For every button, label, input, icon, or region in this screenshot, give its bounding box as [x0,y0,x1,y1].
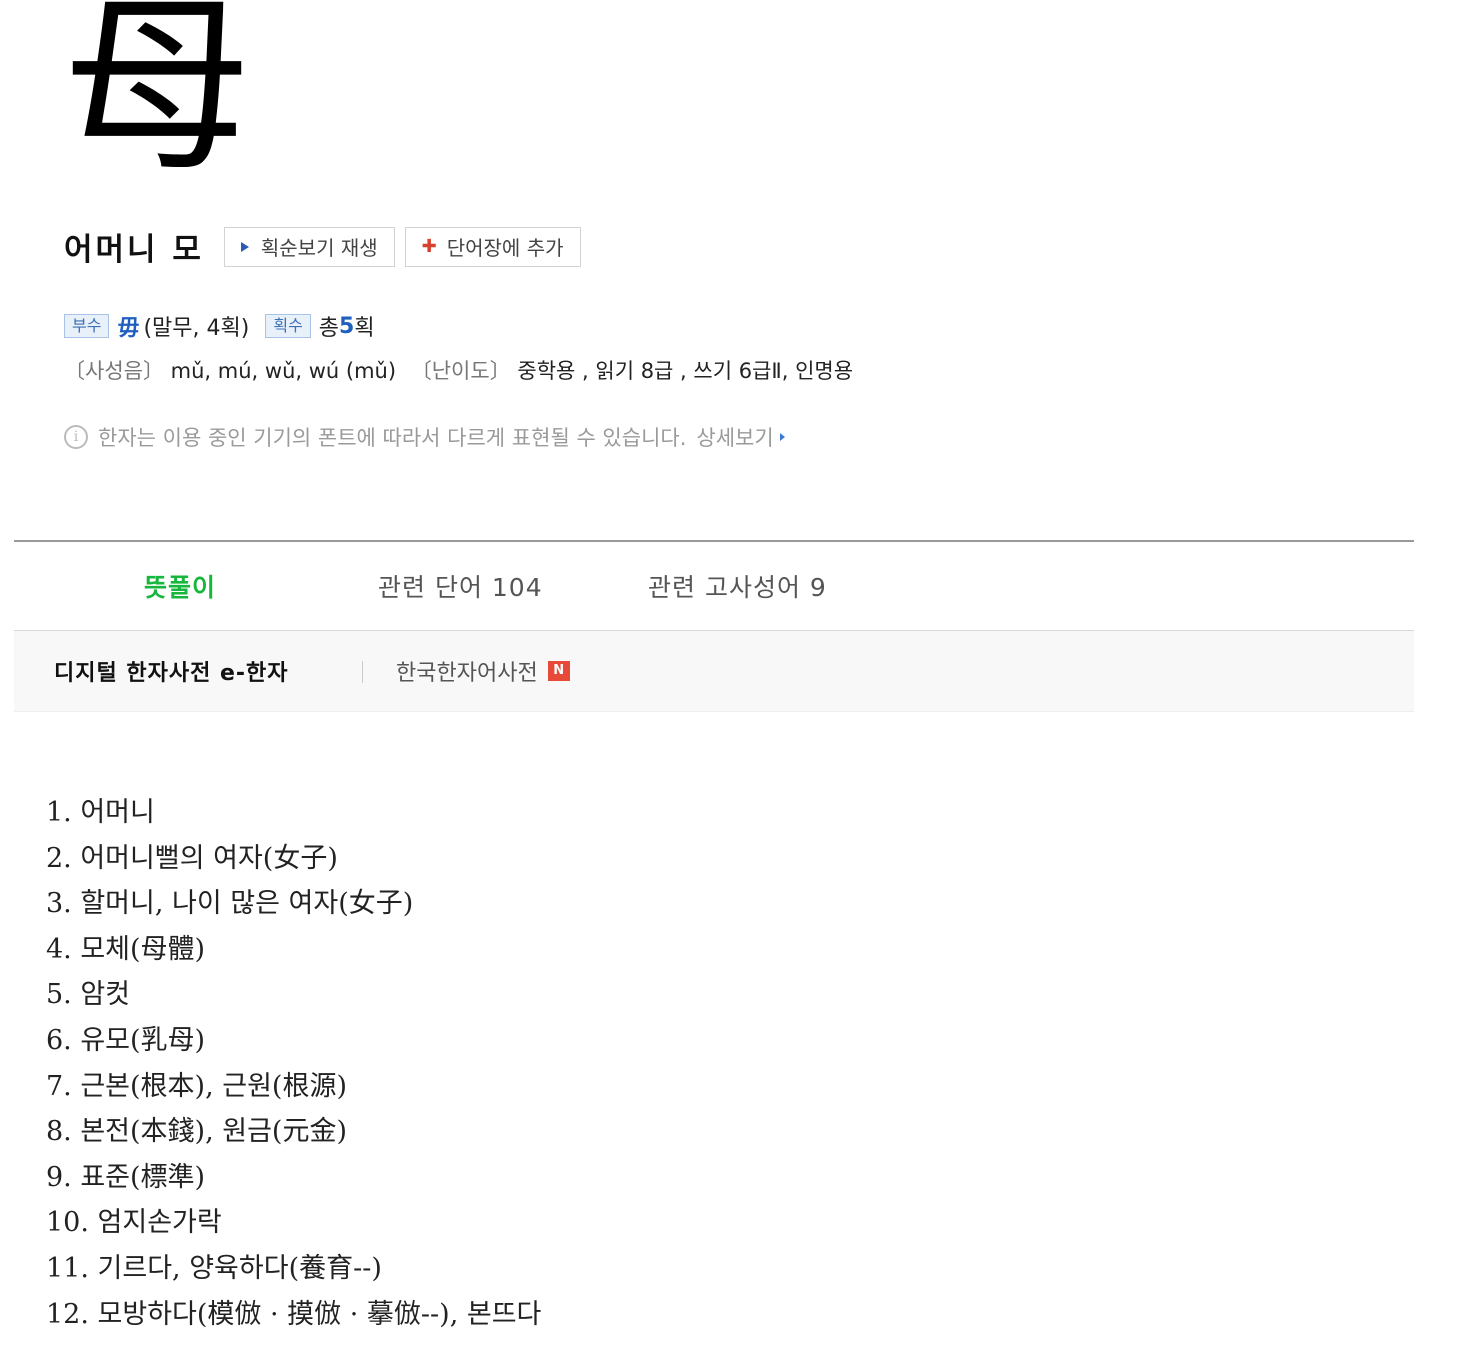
definition-list: 1. 어머니 2. 어머니뻘의 여자(女子) 3. 할머니, 나이 많은 여자(… [46,790,541,1337]
radical-char[interactable]: 毋 [117,310,139,342]
source-ehanja[interactable]: 디지털 한자사전 e-한자 [54,655,289,687]
pronunciation-level-row: 〔사성음〕 mǔ, mú, wǔ, wú (mǔ) 〔난이도〕 중학용 , 읽기… [64,355,853,385]
definition-item: 9. 표준(標準) [46,1161,206,1193]
radical-tag: 부수 [64,314,110,338]
info-icon: i [64,425,88,449]
source-korean-hanja-dict-label: 한국한자어사전 [396,661,538,686]
tab-bar: 뜻풀이 관련 단어 104 관련 고사성어 9 [14,542,1414,631]
radical-desc: (말무, 4획) [143,316,250,341]
stroke-order-play-button[interactable]: 획순보기 재생 [223,226,395,267]
strokes-prefix: 총 [318,316,340,341]
dictionary-source-bar: 디지털 한자사전 e-한자 한국한자어사전 N [14,631,1414,712]
definition-item: 4. 모체(母體) [46,933,206,965]
hanja-meaning: 어머니 모 [64,232,204,268]
strokes-suffix: 획 [354,316,375,341]
notice-detail-link[interactable]: 상세보기 [696,422,773,452]
definition-item: 11. 기르다, 양육하다(養育--) [46,1252,382,1284]
strokes-count: 5 [339,313,355,339]
level-value: 중학용 , 읽기 8급 , 쓰기 6급Ⅱ, 인명용 [517,359,854,383]
notice-text: 한자는 이용 중인 기기의 폰트에 따라서 다르게 표현될 수 있습니다. [98,426,687,450]
definition-item: 7. 근본(根本), 근원(根源) [46,1070,348,1102]
source-separator [362,661,363,683]
definition-item: 8. 본전(本錢), 원금(元金) [46,1116,348,1148]
definition-item: 1. 어머니 [46,797,155,828]
arrow-right-icon [779,433,785,441]
add-to-vocab-label: 단어장에 추가 [446,236,564,260]
definition-item: 6. 유모(乳母) [46,1024,206,1056]
definition-item: 5. 암컷 [46,979,131,1011]
add-to-vocab-button[interactable]: ✚ 단어장에 추가 [404,226,581,267]
definition-item: 10. 엄지손가락 [46,1207,222,1239]
pinyin-label: 〔사성음〕 [64,359,164,383]
radical-strokes-row: 부수 毋 (말무, 4획) 획수 총5획 [64,310,375,342]
pinyin-value: mǔ, mú, wǔ, wú (mǔ) [170,359,397,383]
source-korean-hanja-dict[interactable]: 한국한자어사전 N [396,655,570,687]
level-label: 〔난이도〕 [410,359,511,383]
stroke-order-play-label: 획순보기 재생 [260,236,378,260]
tab-related-words[interactable]: 관련 단어 104 [378,568,543,604]
font-notice: i 한자는 이용 중인 기기의 폰트에 따라서 다르게 표현될 수 있습니다. … [64,422,785,452]
definition-item: 12. 모방하다(模倣 · 摸倣 · 摹倣--), 본뜨다 [46,1298,542,1330]
plus-icon: ✚ [421,236,437,257]
strokes-tag: 획수 [265,314,311,338]
hanja-character: 母 [62,0,253,197]
definition-item: 2. 어머니뻘의 여자(女子) [46,842,338,874]
title-row: 어머니 모 획순보기 재생 ✚ 단어장에 추가 [64,224,591,269]
new-badge-icon: N [547,661,570,681]
tab-meaning[interactable]: 뜻풀이 [144,568,216,604]
definition-item: 3. 할머니, 나이 많은 여자(女子) [46,888,414,920]
tab-related-idioms[interactable]: 관련 고사성어 9 [648,568,827,604]
play-icon [240,241,249,252]
